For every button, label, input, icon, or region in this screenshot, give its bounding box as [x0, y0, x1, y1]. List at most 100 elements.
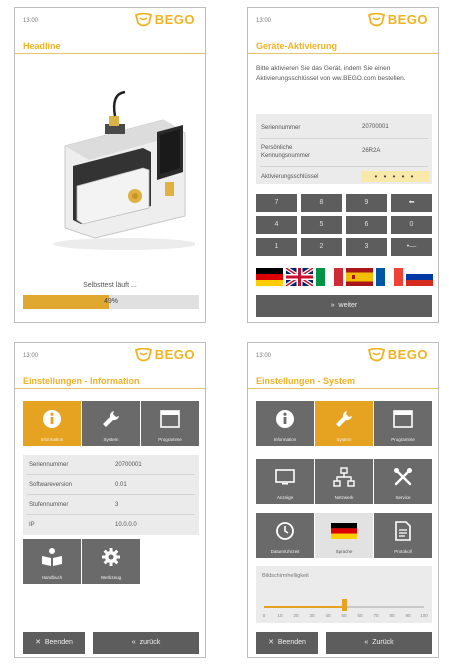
row-key: IP — [29, 522, 35, 528]
zuruck-button[interactable]: « zurück — [93, 632, 199, 654]
german-flag-icon — [331, 523, 357, 539]
divider — [260, 166, 428, 167]
key-0[interactable]: 0 — [391, 216, 432, 234]
tile-programme[interactable]: Programme — [374, 401, 432, 446]
tile-label: Programme — [391, 437, 415, 442]
weiter-label: weiter — [338, 302, 358, 309]
key-1[interactable]: 1 — [256, 238, 297, 256]
status-bar: 13:00 BEGO — [248, 343, 438, 371]
beenden-label: Beenden — [44, 639, 73, 646]
key-9[interactable]: 9 — [346, 194, 387, 212]
tile-netzwerk[interactable]: Netzwerk — [315, 459, 373, 504]
title-divider — [248, 388, 438, 389]
flag-it-icon[interactable] — [316, 268, 343, 286]
tile-anzeige[interactable]: Anzeige — [256, 459, 314, 504]
activation-key-field[interactable]: • • • • • — [361, 171, 429, 182]
weiter-button[interactable]: » weiter — [256, 295, 432, 317]
tile-system[interactable]: System — [82, 401, 140, 446]
divider — [260, 138, 428, 139]
row-key: Seriennummer — [29, 462, 69, 468]
chevrons-left-icon: « — [364, 639, 369, 646]
tools-icon — [394, 468, 412, 486]
language-flags — [256, 268, 433, 288]
activation-intro: Bitte aktivieren Sie das Gerät, indem Si… — [256, 65, 406, 82]
page-title: Headline — [23, 41, 61, 51]
key-4[interactable]: 4 — [256, 216, 297, 234]
tile-datum-uhrzeit[interactable]: Datum/Uhrzeit — [256, 513, 314, 558]
bego-logo-icon — [367, 12, 385, 26]
title-divider — [248, 53, 438, 54]
wrench-icon — [336, 411, 352, 427]
row-key: Persönliche Kennungsnummer — [261, 145, 311, 159]
flag-de-icon[interactable] — [256, 268, 283, 286]
row-key: Aktivierungsschlüssel — [261, 174, 319, 180]
clock-text: 13:00 — [256, 18, 272, 24]
tile-label: System — [103, 437, 119, 442]
row-key: Stufennummer — [29, 502, 69, 508]
title-divider — [15, 388, 205, 389]
chevrons-right-icon: » — [330, 302, 335, 309]
tile-label: Programme — [158, 437, 182, 442]
key-clear[interactable]: •— — [391, 238, 432, 256]
table-row: IP 10.0.0.0 — [23, 515, 199, 535]
monitor-icon — [275, 469, 295, 485]
key-7[interactable]: 7 — [256, 194, 297, 212]
tile-label: Protokoll — [394, 549, 412, 554]
tile-service[interactable]: Service — [374, 459, 432, 504]
info-icon — [43, 410, 61, 428]
tile-information[interactable]: Information — [256, 401, 314, 446]
tile-label: Werkzeug — [100, 575, 122, 580]
tile-information[interactable]: Information — [23, 401, 81, 446]
key-backspace[interactable]: ⬅ — [391, 194, 432, 212]
slider-tick-label: 60 — [357, 613, 363, 618]
key-8[interactable]: 8 — [301, 194, 342, 212]
screen-settings-system: 13:00 BEGO Einstellungen - System Inform… — [247, 342, 439, 658]
flag-ru-icon[interactable] — [406, 268, 433, 286]
window-icon — [160, 410, 180, 428]
beenden-button[interactable]: ✕ Beenden — [23, 632, 85, 654]
screen-settings-information: 13:00 BEGO Einstellungen - Information I… — [14, 342, 206, 658]
flag-gb-icon[interactable] — [286, 268, 313, 286]
row-value: 10.0.0.0 — [115, 522, 137, 528]
chevrons-left-icon: « — [131, 639, 136, 646]
clock-text: 13:00 — [23, 18, 39, 24]
tile-handbuch[interactable]: Handbuch — [23, 539, 81, 584]
key-2[interactable]: 2 — [301, 238, 342, 256]
row-key: Seriennummer — [261, 125, 301, 131]
page-title: Einstellungen - System — [256, 376, 356, 386]
close-icon: ✕ — [35, 639, 41, 646]
beenden-label: Beenden — [277, 639, 306, 646]
tile-label: Datum/Uhrzeit — [270, 549, 300, 554]
key-3[interactable]: 3 — [346, 238, 387, 256]
bego-logo-icon — [367, 347, 385, 361]
tile-werkzeug[interactable]: Werkzeug — [82, 539, 140, 584]
tile-sprache[interactable]: Sprache — [315, 513, 373, 558]
zuruck-label: zurück — [139, 639, 161, 646]
key-6[interactable]: 6 — [346, 216, 387, 234]
info-icon — [276, 410, 294, 428]
tile-programme[interactable]: Programme — [141, 401, 199, 446]
tile-system[interactable]: System — [315, 401, 373, 446]
slider-tick-label: 80 — [389, 613, 395, 618]
book-icon — [42, 548, 62, 566]
tile-label: Handbuch — [41, 575, 63, 580]
logo-text: BEGO — [387, 347, 428, 362]
gear-icon — [102, 548, 120, 566]
clock-icon — [276, 522, 294, 540]
tile-label: Information — [273, 437, 297, 442]
flag-fr-icon[interactable] — [376, 268, 403, 286]
zuruck-button[interactable]: « Zurück — [326, 632, 432, 654]
row-value: 3 — [115, 502, 119, 508]
slider-thumb[interactable] — [341, 599, 347, 611]
numeric-keypad: 7 8 9 ⬅ 4 5 6 0 1 2 3 •— — [256, 194, 432, 260]
tile-label: Information — [40, 437, 64, 442]
tile-protokoll[interactable]: Protokoll — [374, 513, 432, 558]
key-5[interactable]: 5 — [301, 216, 342, 234]
beenden-button[interactable]: ✕ Beenden — [256, 632, 318, 654]
table-row: Softwareversion 0.01 — [23, 475, 199, 495]
slider-ticks: 0 10 20 30 40 50 60 70 80 90 100 — [263, 613, 428, 621]
tile-label: Service — [395, 495, 411, 500]
flag-es-icon[interactable] — [346, 268, 373, 286]
wrench-icon — [103, 411, 119, 427]
slider-fill — [264, 606, 344, 608]
